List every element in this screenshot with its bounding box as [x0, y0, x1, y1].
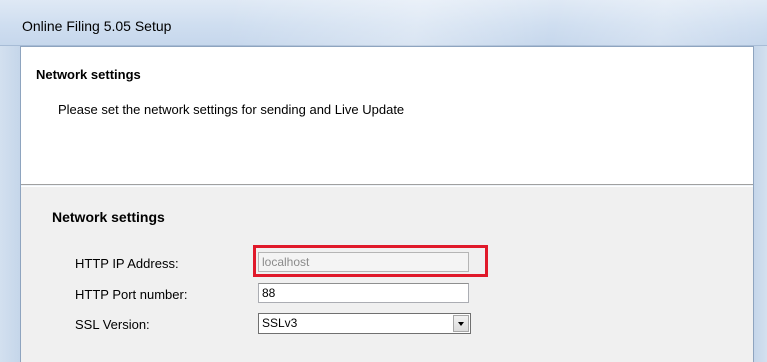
ssl-version-dropdown[interactable]: SSLv3 [258, 313, 471, 334]
http-ip-address-input[interactable] [258, 252, 469, 272]
http-port-number-label: HTTP Port number: [75, 287, 188, 302]
header-description: Please set the network settings for send… [58, 102, 405, 117]
window-title: Online Filing 5.05 Setup [22, 18, 172, 34]
wizard-header: Network settings Please set the network … [21, 47, 753, 185]
http-ip-address-label: HTTP IP Address: [75, 256, 179, 271]
chevron-down-icon [458, 322, 464, 326]
titlebar-glass [230, 0, 767, 46]
dropdown-button[interactable] [453, 315, 469, 332]
ssl-version-label: SSL Version: [75, 317, 150, 332]
http-port-number-input[interactable] [258, 283, 469, 303]
ssl-version-selected-value: SSLv3 [262, 316, 298, 330]
window-frame-right [754, 46, 767, 362]
header-title: Network settings [36, 67, 141, 82]
window-frame-left [0, 46, 20, 362]
network-settings-group-title: Network settings [52, 209, 165, 225]
wizard-body: Network settings HTTP IP Address: HTTP P… [21, 186, 753, 362]
window-titlebar[interactable]: Online Filing 5.05 Setup [0, 0, 767, 46]
